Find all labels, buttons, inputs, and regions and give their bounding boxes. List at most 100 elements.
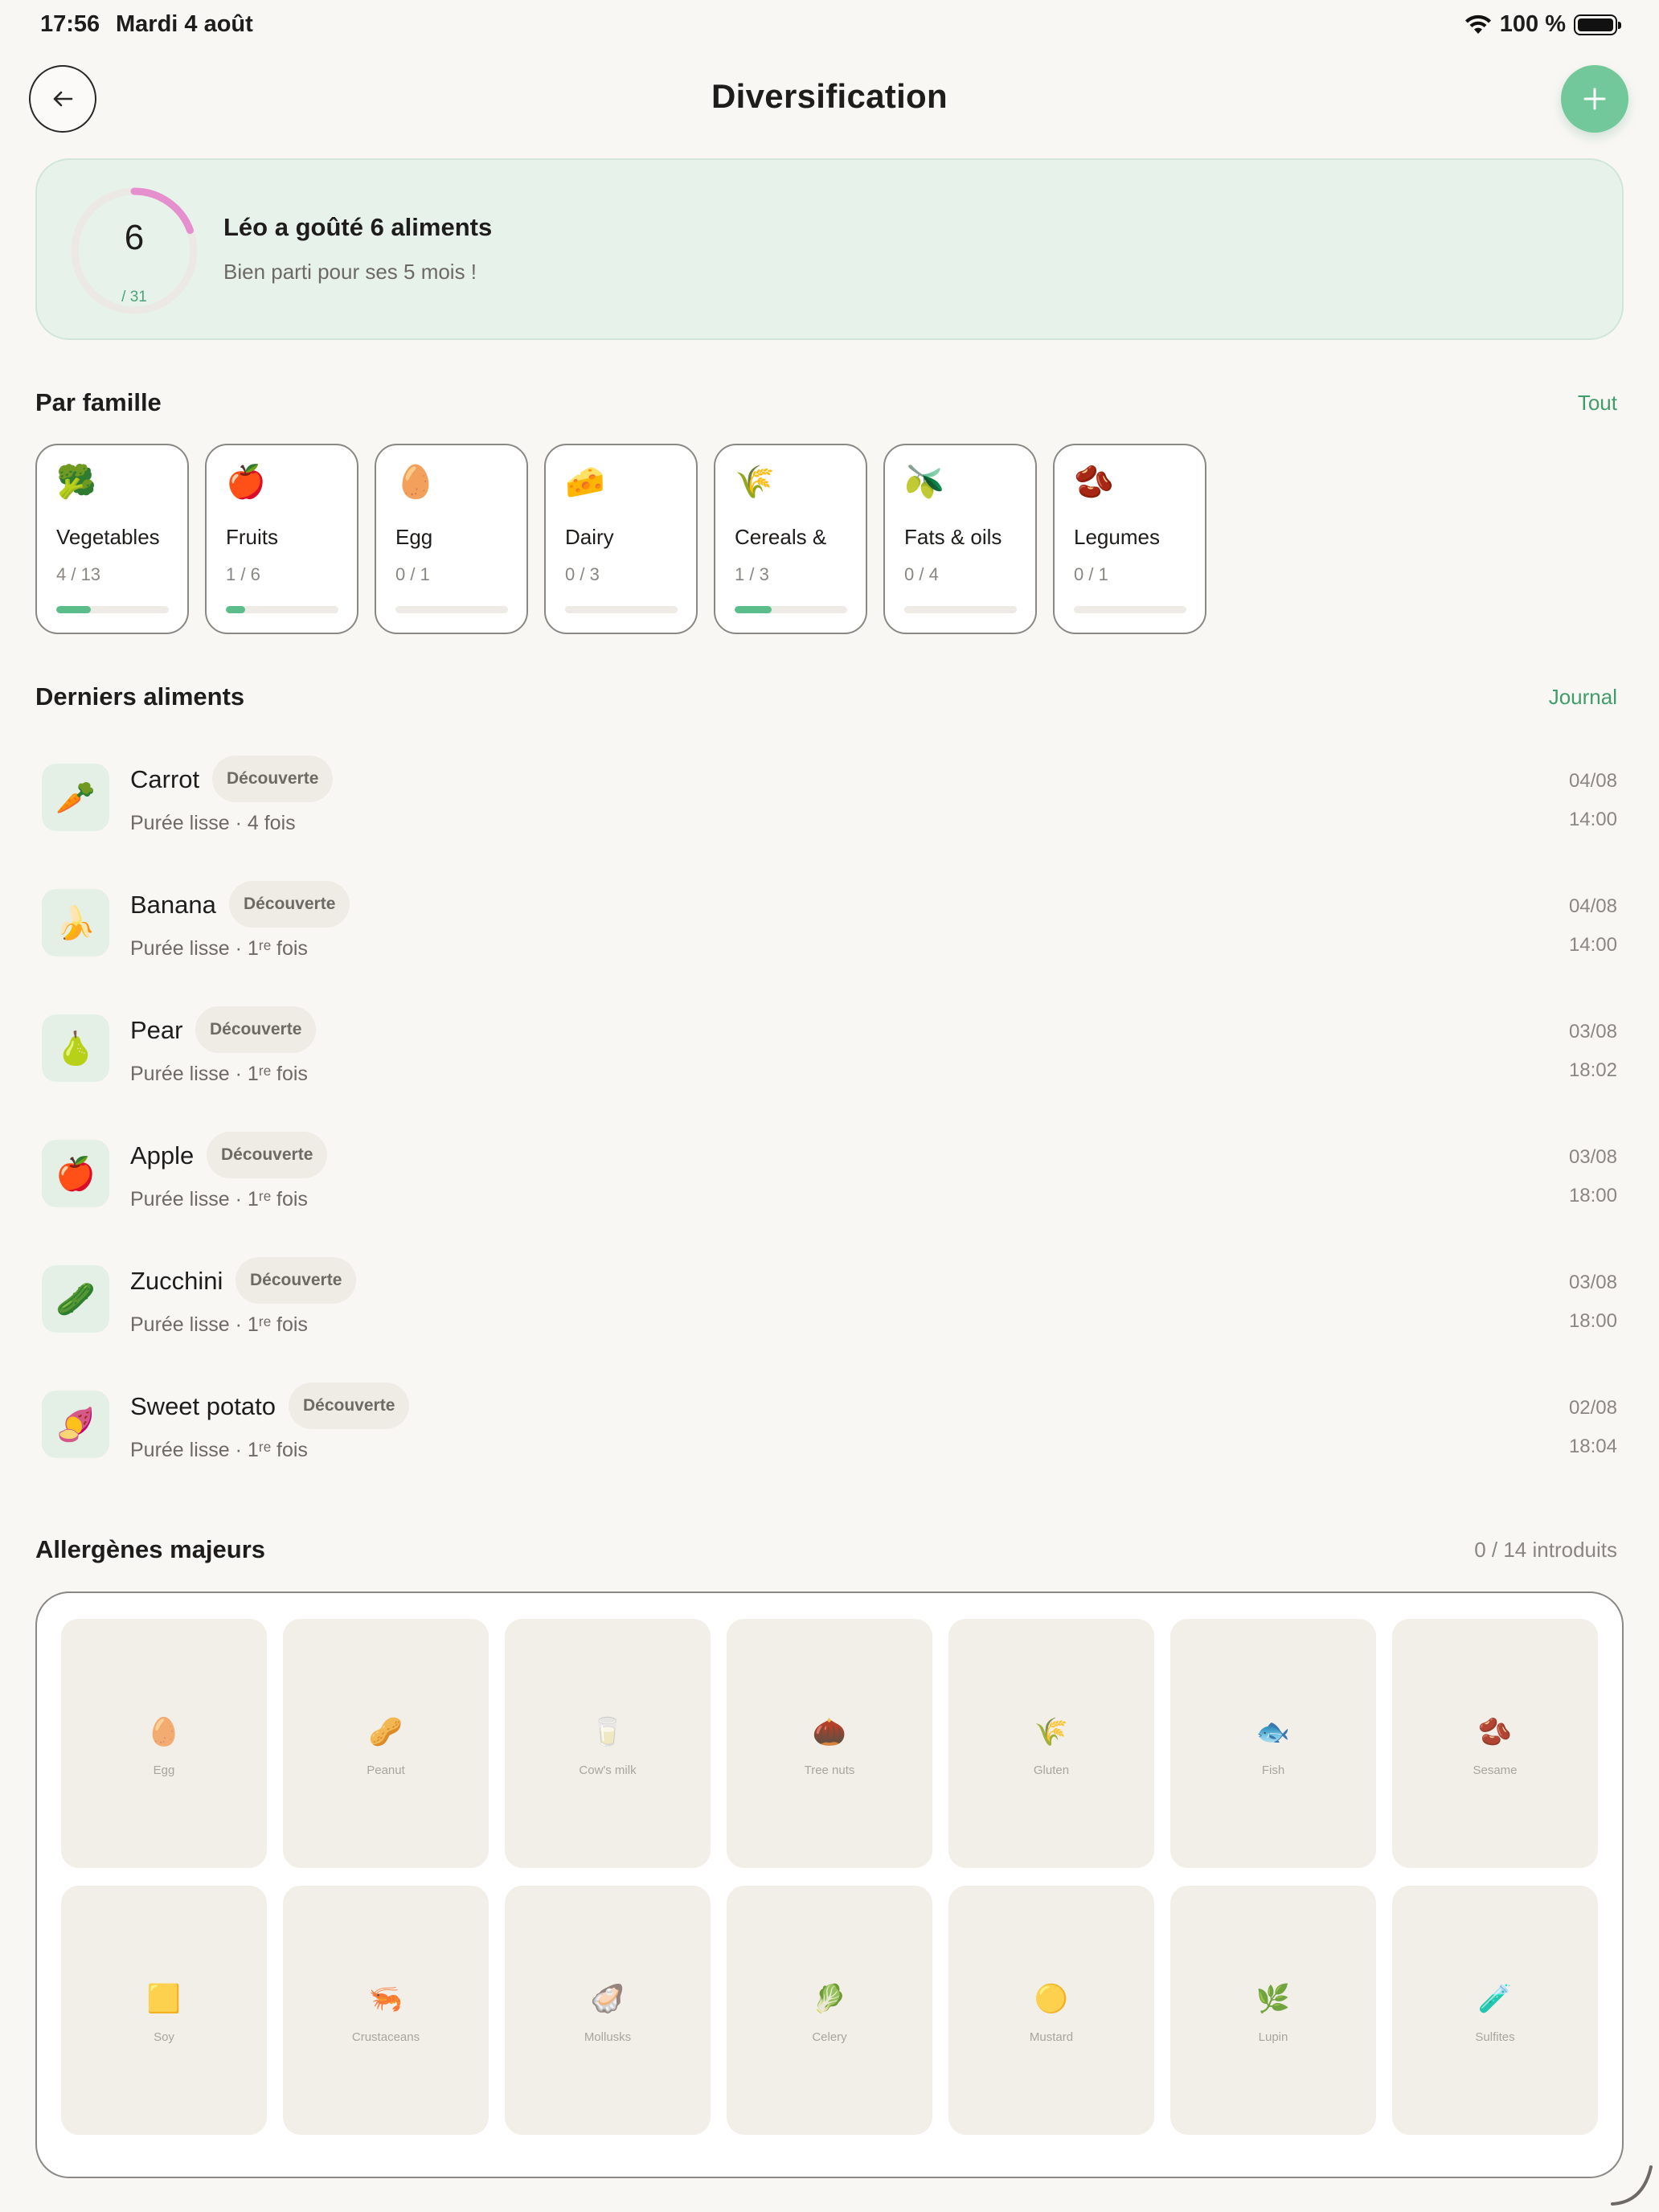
egg-icon: 🥚 — [146, 1717, 182, 1747]
progress-ring: 6 / 31 — [68, 184, 201, 317]
wheat-icon: 🌾 — [1034, 1717, 1069, 1747]
summary-card[interactable]: 6 / 31 Léo a goûté 6 aliments Bien parti… — [35, 158, 1624, 340]
allergen-label: Sesame — [1473, 1763, 1518, 1777]
family-card[interactable]: 🫘 Legumes 0 / 1 — [1053, 444, 1206, 634]
allergen-tile[interactable]: 🌾 Gluten — [948, 1619, 1154, 1868]
recent-food-row[interactable]: 🍌 Banana Découverte Purée lisse · 1ʳᵉ fois 0… — [35, 873, 1617, 998]
allergen-label: Tree nuts — [804, 1763, 855, 1777]
family-count: 0 / 1 — [1074, 564, 1108, 584]
recent-food-row[interactable]: 🍎 Apple Découverte Purée lisse · 1ʳᵉ fois 03… — [35, 1124, 1617, 1249]
allergen-label: Lupin — [1258, 2030, 1288, 2044]
allergen-label: Mollusks — [584, 2030, 632, 2044]
allergen-tile[interactable]: 🌰 Tree nuts — [727, 1619, 932, 1868]
recent-food-row[interactable]: 🍠 Sweet potato Découverte Purée lisse · 1ʳᵉ… — [35, 1374, 1617, 1500]
food-date: 04/08 — [1568, 895, 1617, 917]
allergen-tile[interactable]: 🌿 Lupin — [1170, 1886, 1376, 2135]
status-badge: Découverte — [229, 881, 350, 928]
family-card[interactable]: 🫒 Fats & oils 0 / 4 — [883, 444, 1037, 634]
food-time: 18:04 — [1568, 1436, 1617, 1457]
recent-food-row[interactable]: 🍐 Pear Découverte Purée lisse · 1ʳᵉ fois 03/… — [35, 998, 1617, 1124]
diversification-screen: 17:56 Mardi 4 août 100 % Diversification — [0, 0, 1659, 2212]
allergen-label: Cow's milk — [579, 1763, 637, 1777]
food-texture: Purée lisse · 4 fois — [130, 812, 296, 834]
food-name: Pear — [130, 1016, 183, 1044]
recent-food-row[interactable]: 🥒 Zucchini Découverte Purée lisse · 1ʳᵉ foi… — [35, 1249, 1617, 1374]
allergen-tile[interactable]: 🧪 Sulfites — [1392, 1886, 1598, 2135]
egg-icon: 🥚 — [395, 465, 436, 500]
allergens-section-title: Allergènes majeurs — [35, 1535, 266, 1563]
family-card[interactable]: 🥚 Egg 0 / 1 — [375, 444, 528, 634]
allergens-panel: 🥚 Egg 🥜 Peanut 🥛 Cow's milk 🌰 Tree nuts 🌾 Gluten 🐟… — [35, 1591, 1624, 2178]
allergen-tile[interactable]: 🫘 Sesame — [1392, 1619, 1598, 1868]
family-progress-bar — [395, 606, 508, 613]
allergen-tile[interactable]: 🐟 Fish — [1170, 1619, 1376, 1868]
family-progress-bar — [565, 606, 678, 613]
tasted-total: / 31 — [121, 289, 147, 305]
food-texture: Purée lisse · 1ʳᵉ fois — [130, 1439, 308, 1461]
family-progress-fill — [735, 606, 772, 613]
family-progress-fill — [226, 606, 245, 613]
status-badge: Découverte — [212, 756, 334, 802]
allergen-tile[interactable]: 🥜 Peanut — [283, 1619, 489, 1868]
allergen-label: Peanut — [367, 1763, 405, 1777]
allergens-grid: 🥚 Egg 🥜 Peanut 🥛 Cow's milk 🌰 Tree nuts 🌾 Gluten 🐟… — [61, 1619, 1598, 2135]
family-card[interactable]: 🧀 Dairy 0 / 3 — [544, 444, 698, 634]
family-name: Vegetables — [56, 525, 160, 549]
family-progress-bar — [904, 606, 1017, 613]
food-name: Apple — [130, 1141, 195, 1169]
food-time: 14:00 — [1568, 809, 1617, 830]
family-name: Egg — [395, 525, 433, 549]
allergen-label: Celery — [812, 2030, 847, 2044]
add-food-button[interactable] — [1561, 65, 1628, 133]
food-time: 18:02 — [1568, 1059, 1617, 1081]
food-date: 04/08 — [1568, 770, 1617, 792]
food-date: 03/08 — [1568, 1146, 1617, 1168]
sweet-potato-icon: 🍠 — [42, 1391, 109, 1458]
journal-link[interactable]: Journal — [1549, 685, 1617, 710]
family-card[interactable]: 🌾 Cereals & 1 / 3 — [714, 444, 867, 634]
summary-headline: Léo a goûté 6 aliments — [223, 213, 493, 241]
allergen-label: Crustaceans — [351, 2030, 420, 2044]
carrot-icon: 🥕 — [42, 764, 109, 831]
family-count: 1 / 3 — [735, 564, 769, 584]
allergen-tile[interactable]: 🦐 Crustaceans — [283, 1886, 489, 2135]
summary-subtitle: Bien parti pour ses 5 mois ! — [223, 260, 477, 284]
food-date: 03/08 — [1568, 1272, 1617, 1293]
plus-icon — [1583, 88, 1606, 110]
allergen-label: Mustard — [1029, 2030, 1074, 2044]
food-texture: Purée lisse · 1ʳᵉ fois — [130, 1063, 308, 1085]
banana-icon: 🍌 — [42, 889, 109, 956]
food-texture: Purée lisse · 1ʳᵉ fois — [130, 937, 308, 960]
herb-icon: 🌿 — [1256, 1984, 1291, 2014]
battery-percent: 100 % — [1499, 11, 1566, 37]
allergen-tile[interactable]: 🟨 Soy — [61, 1886, 267, 2135]
allergen-tile[interactable]: 🦪 Mollusks — [505, 1886, 711, 2135]
family-name: Fruits — [226, 525, 278, 549]
status-time: 17:56 — [40, 11, 100, 37]
wifi-icon — [1464, 14, 1491, 34]
food-name: Banana — [130, 891, 216, 919]
apple-icon: 🍎 — [226, 465, 266, 500]
allergen-tile[interactable]: 🟡 Mustard — [948, 1886, 1154, 2135]
test-tube-icon: 🧪 — [1477, 1984, 1513, 2014]
allergen-tile[interactable]: 🥬 Celery — [727, 1886, 932, 2135]
allergen-tile[interactable]: 🥛 Cow's milk — [505, 1619, 711, 1868]
family-card[interactable]: 🍎 Fruits 1 / 6 — [205, 444, 358, 634]
family-progress-bar — [1074, 606, 1186, 613]
families-list: 🥦 Vegetables 4 / 13 🍎 Fruits 1 / 6 🥚 Egg 0 / 1 🧀 D… — [35, 444, 1206, 634]
status-bar: 17:56 Mardi 4 août 100 % — [0, 0, 1659, 51]
family-count: 0 / 4 — [904, 564, 939, 584]
family-card[interactable]: 🥦 Vegetables 4 / 13 — [35, 444, 189, 634]
tasted-count: 6 — [124, 218, 145, 257]
shrimp-icon: 🦐 — [368, 1984, 403, 2014]
resize-corner-icon — [1611, 2165, 1653, 2206]
allergen-tile[interactable]: 🥚 Egg — [61, 1619, 267, 1868]
olive-icon: 🫒 — [904, 465, 944, 500]
milk-icon: 🥛 — [590, 1717, 625, 1747]
status-right: 100 % — [1464, 11, 1621, 38]
recent-food-row[interactable]: 🥕 Carrot Découverte Purée lisse · 4 fois 04/… — [35, 748, 1617, 873]
allergens-introduced-count: 0 / 14 introduits — [1474, 1538, 1617, 1562]
families-see-all-link[interactable]: Tout — [1578, 391, 1617, 416]
family-name: Cereals & — [735, 525, 827, 549]
food-texture: Purée lisse · 1ʳᵉ fois — [130, 1313, 308, 1336]
